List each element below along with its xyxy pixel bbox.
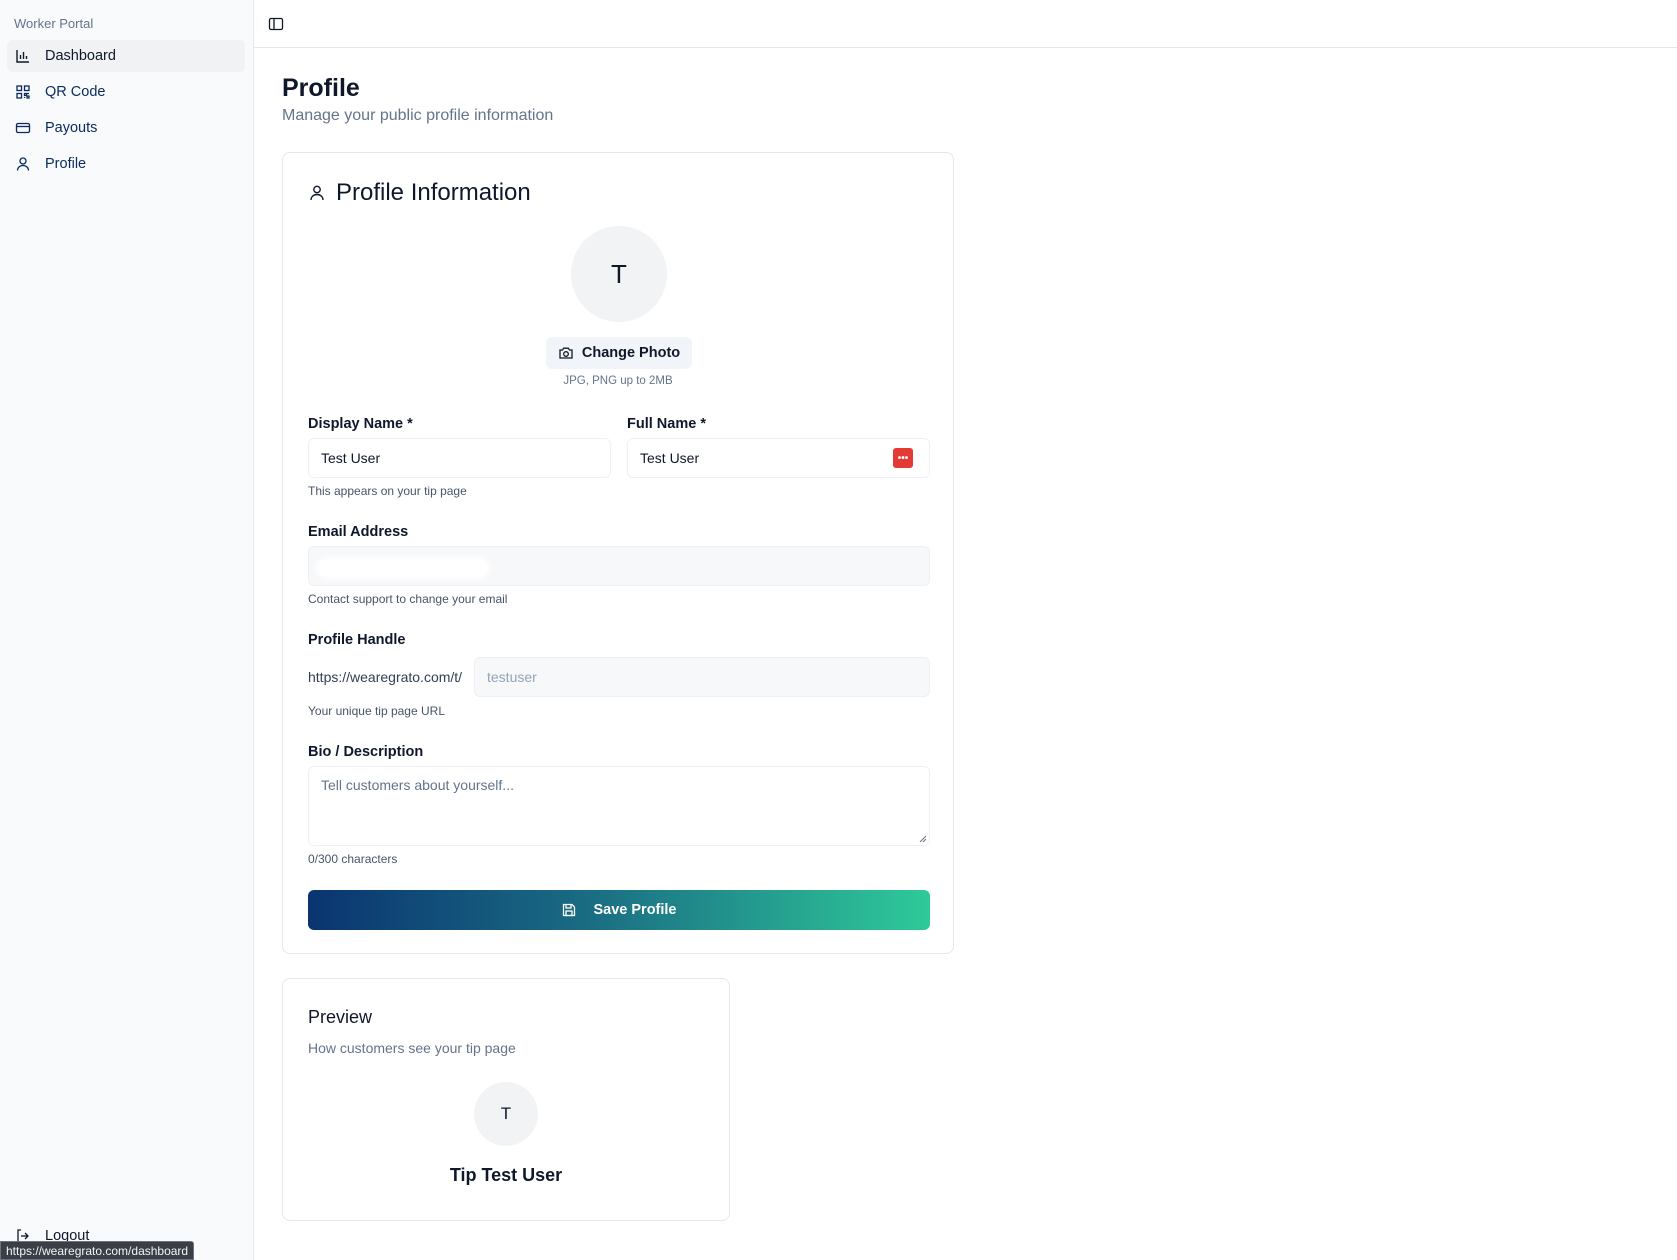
preview-subtitle: How customers see your tip page xyxy=(308,1040,516,1056)
change-photo-label: Change Photo xyxy=(581,345,681,361)
card-title: Profile Information xyxy=(336,179,531,206)
photo-hint: JPG, PNG up to 2MB xyxy=(563,375,673,387)
sidebar: Worker Portal Dashboard QR Code Payouts … xyxy=(0,0,254,1260)
page-subtitle: Manage your public profile information xyxy=(282,107,554,124)
full-name-input[interactable]: Test User ••• xyxy=(627,438,930,478)
bio-label: Bio / Description xyxy=(308,744,424,760)
sidebar-item-qr-code[interactable]: QR Code xyxy=(7,76,245,108)
display-name-input[interactable]: Test User xyxy=(308,438,611,478)
top-bar xyxy=(254,0,1677,48)
profile-handle-value: testuser xyxy=(487,669,537,685)
qr-code-icon xyxy=(15,84,31,100)
sidebar-item-dashboard[interactable]: Dashboard xyxy=(7,40,245,72)
display-name-value: Test User xyxy=(321,450,381,466)
email-label: Email Address xyxy=(308,524,409,540)
sidebar-nav: Dashboard QR Code Payouts Profile xyxy=(7,40,245,184)
sidebar-title: Worker Portal xyxy=(14,16,94,31)
status-bar-url: https://wearegrato.com/dashboard xyxy=(0,1241,195,1260)
resize-handle-icon[interactable] xyxy=(919,835,927,843)
sidebar-toggle-icon[interactable] xyxy=(268,16,284,32)
save-icon xyxy=(561,902,577,918)
credit-card-icon xyxy=(15,120,31,136)
save-profile-label: Save Profile xyxy=(593,902,677,918)
preview-title: Preview xyxy=(308,1007,373,1027)
sidebar-item-profile[interactable]: Profile xyxy=(7,148,245,180)
card-header: Profile Information xyxy=(308,179,531,207)
profile-handle-hint: Your unique tip page URL xyxy=(308,704,445,718)
email-hint: Contact support to change your email xyxy=(308,592,508,606)
password-manager-icon[interactable]: ••• xyxy=(893,448,913,468)
user-icon xyxy=(308,184,326,202)
profile-handle-label: Profile Handle xyxy=(308,632,406,648)
email-redaction xyxy=(319,560,487,576)
profile-information-card: Profile Information T Change Photo JPG, … xyxy=(282,152,954,954)
sidebar-item-label: Dashboard xyxy=(45,48,116,64)
full-name-value: Test User xyxy=(640,450,700,466)
handle-url-prefix: https://wearegrato.com/t/ xyxy=(308,669,463,685)
camera-icon xyxy=(558,345,574,361)
email-field[interactable] xyxy=(308,546,930,586)
change-photo-button[interactable]: Change Photo xyxy=(546,337,692,369)
avatar: T xyxy=(571,226,667,322)
sidebar-item-label: QR Code xyxy=(45,84,106,100)
sidebar-item-label: Payouts xyxy=(45,120,98,136)
save-profile-button[interactable]: Save Profile xyxy=(308,890,930,930)
preview-name: Tip Test User xyxy=(449,1165,563,1185)
user-icon xyxy=(15,156,31,172)
bar-chart-icon xyxy=(15,48,31,64)
display-name-hint: This appears on your tip page xyxy=(308,484,467,498)
display-name-label: Display Name * xyxy=(308,416,413,432)
preview-avatar: T xyxy=(474,1082,538,1146)
bio-textarea[interactable]: Tell customers about yourself... xyxy=(308,766,930,846)
sidebar-item-payouts[interactable]: Payouts xyxy=(7,112,245,144)
profile-handle-input[interactable]: testuser xyxy=(474,657,930,697)
sidebar-item-label: Profile xyxy=(45,156,87,172)
preview-card: Preview How customers see your tip page … xyxy=(282,978,730,1221)
full-name-label: Full Name * xyxy=(627,416,706,432)
page-title: Profile xyxy=(282,74,360,102)
bio-character-counter: 0/300 characters xyxy=(308,852,398,866)
bio-placeholder: Tell customers about yourself... xyxy=(321,777,514,793)
